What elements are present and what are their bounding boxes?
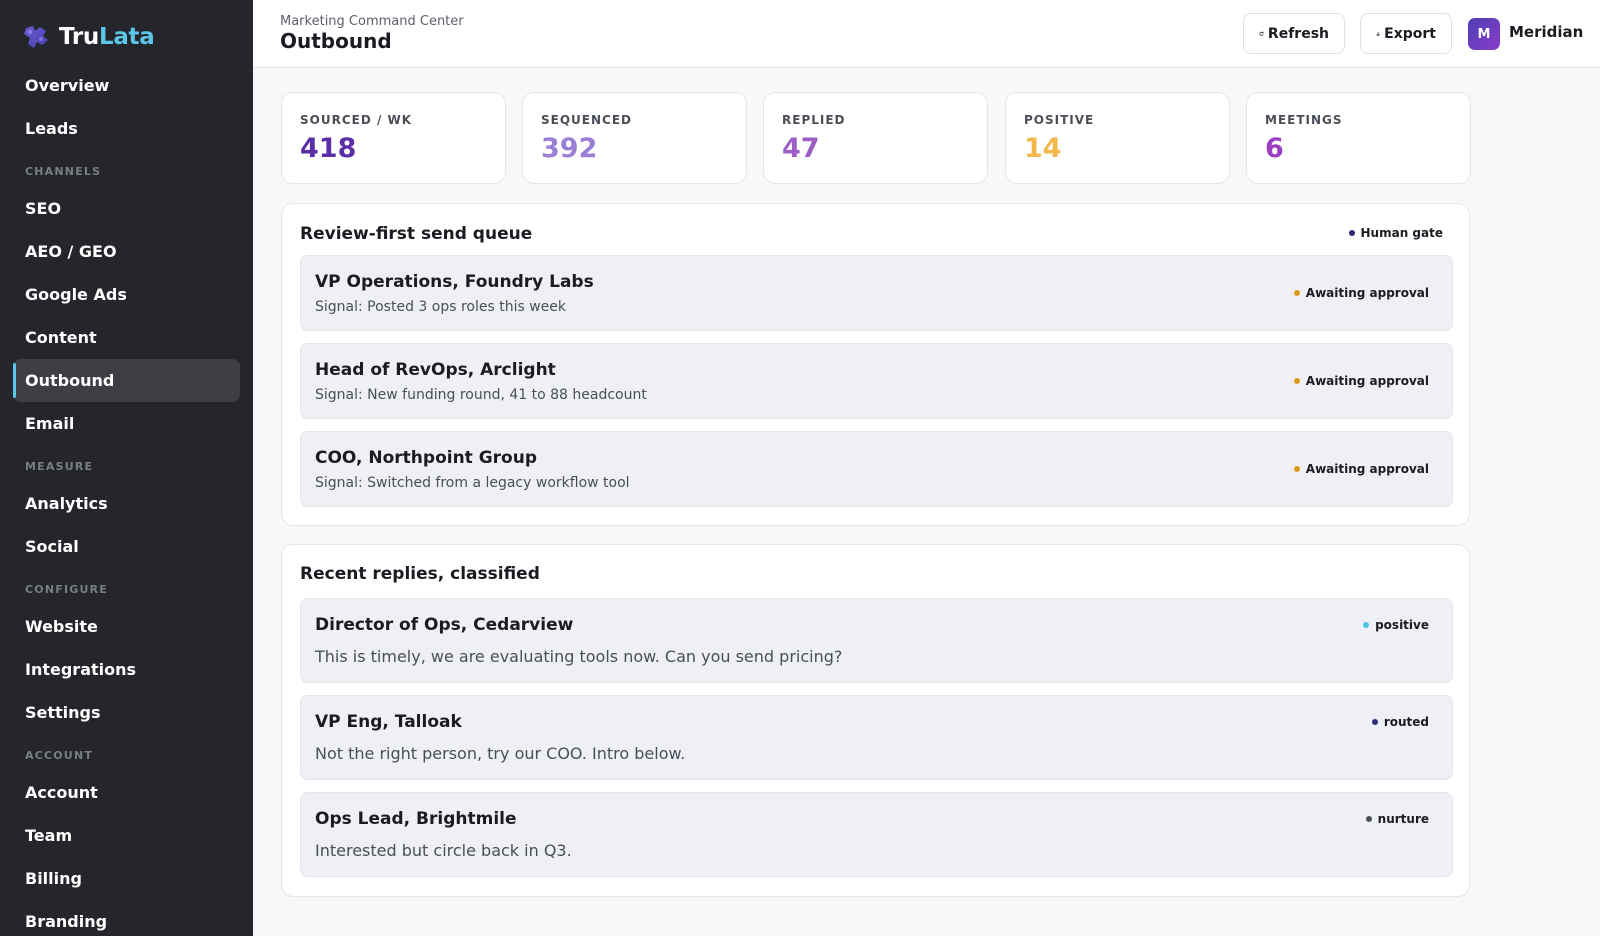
send-queue-panel: Review-first send queue Human gate VP Op…: [281, 203, 1470, 526]
reply-item-title: Ops Lead, Brightmile: [315, 809, 517, 829]
stat-label: SOURCED / WK: [300, 113, 413, 127]
queue-item[interactable]: COO, Northpoint Group Signal: Switched f…: [300, 431, 1453, 507]
stat-card-meetings: MEETINGS 6: [1246, 92, 1471, 184]
sidebar-item-content[interactable]: Content: [13, 316, 240, 359]
stat-card-sourced: SOURCED / WK 418: [281, 92, 506, 184]
human-gate-badge: Human gate: [1348, 226, 1443, 240]
sidebar-item-branding[interactable]: Branding: [13, 900, 240, 936]
status-label: Awaiting approval: [1305, 374, 1429, 388]
gate-label: Human gate: [1360, 226, 1443, 240]
sidebar-item-integrations[interactable]: Integrations: [13, 648, 240, 691]
classification-badge: routed: [1371, 715, 1429, 729]
queue-item-signal: Signal: Switched from a legacy workflow …: [315, 475, 630, 491]
sidebar: TruLata Overview Leads CHANNELS SEO AEO …: [0, 0, 253, 936]
breadcrumb: Marketing Command Center: [280, 14, 464, 29]
reply-item[interactable]: Director of Ops, Cedarview This is timel…: [300, 598, 1453, 683]
avatar[interactable]: M: [1468, 18, 1500, 50]
status-label: Awaiting approval: [1305, 286, 1429, 300]
reply-item-title: VP Eng, Talloak: [315, 712, 462, 732]
queue-item-title: COO, Northpoint Group: [315, 448, 538, 468]
classification-dot: [1363, 622, 1370, 628]
sidebar-item-analytics[interactable]: Analytics: [13, 482, 240, 525]
puzzle-logo-icon: [24, 26, 48, 48]
queue-item-title: VP Operations, Foundry Labs: [315, 272, 594, 292]
sidebar-item-website[interactable]: Website: [13, 605, 240, 648]
sidebar-item-aeo-geo[interactable]: AEO / GEO: [13, 230, 240, 273]
brand-name: TruLata: [59, 24, 155, 50]
status-dot: [1293, 290, 1300, 296]
classification-badge: positive: [1363, 618, 1429, 632]
stat-label: MEETINGS: [1265, 113, 1343, 127]
refresh-icon: [1259, 31, 1264, 36]
stat-label: REPLIED: [782, 113, 846, 127]
classification-label: nurture: [1377, 812, 1429, 826]
stat-value: 392: [541, 133, 598, 164]
status-dot: [1293, 466, 1300, 472]
top-header: Marketing Command Center Outbound Refres…: [253, 0, 1600, 68]
reply-item[interactable]: VP Eng, Talloak Not the right person, tr…: [300, 695, 1453, 780]
queue-item[interactable]: Head of RevOps, Arclight Signal: New fun…: [300, 343, 1453, 419]
sidebar-item-seo[interactable]: SEO: [13, 187, 240, 230]
sidebar-item-email[interactable]: Email: [13, 402, 240, 445]
sidebar-item-account[interactable]: Account: [13, 771, 240, 814]
sidebar-nav: Overview Leads CHANNELS SEO AEO / GEO Go…: [0, 64, 253, 936]
sidebar-section-heading: MEASURE: [25, 460, 94, 473]
gate-dot: [1348, 230, 1355, 236]
reply-item-text: Interested but circle back in Q3.: [315, 841, 572, 860]
page-title: Outbound: [280, 29, 392, 53]
sidebar-section-heading: CHANNELS: [25, 165, 102, 178]
reply-item[interactable]: Ops Lead, Brightmile Interested but circ…: [300, 792, 1453, 877]
recent-replies-panel: Recent replies, classified Director of O…: [281, 544, 1470, 897]
stat-label: POSITIVE: [1024, 113, 1095, 127]
sidebar-item-team[interactable]: Team: [13, 814, 240, 857]
stat-value: 14: [1024, 133, 1062, 164]
queue-item-title: Head of RevOps, Arclight: [315, 360, 556, 380]
queue-item-signal: Signal: Posted 3 ops roles this week: [315, 299, 567, 315]
brand-logo[interactable]: TruLata: [22, 20, 155, 54]
stat-value: 6: [1265, 133, 1284, 164]
sidebar-item-outbound[interactable]: Outbound: [13, 359, 240, 402]
status-badge: Awaiting approval: [1293, 286, 1429, 300]
reply-item-title: Director of Ops, Cedarview: [315, 615, 574, 635]
status-dot: [1293, 378, 1300, 384]
panel-title: Recent replies, classified: [300, 564, 540, 584]
sidebar-item-social[interactable]: Social: [13, 525, 240, 568]
reply-item-text: Not the right person, try our COO. Intro…: [315, 744, 686, 763]
classification-label: routed: [1383, 715, 1429, 729]
stat-value: 47: [782, 133, 820, 164]
status-badge: Awaiting approval: [1293, 462, 1429, 476]
refresh-button[interactable]: Refresh: [1243, 13, 1345, 54]
classification-label: positive: [1375, 618, 1429, 632]
sidebar-section-heading: ACCOUNT: [25, 749, 94, 762]
stat-label: SEQUENCED: [541, 113, 632, 127]
stat-value: 418: [300, 133, 357, 164]
stat-card-positive: POSITIVE 14: [1005, 92, 1230, 184]
reply-item-text: This is timely, we are evaluating tools …: [315, 647, 843, 666]
sidebar-item-billing[interactable]: Billing: [13, 857, 240, 900]
export-button-label: Export: [1384, 25, 1436, 42]
classification-dot: [1371, 719, 1378, 725]
status-badge: Awaiting approval: [1293, 374, 1429, 388]
sidebar-item-overview[interactable]: Overview: [13, 64, 240, 107]
sidebar-item-leads[interactable]: Leads: [13, 107, 240, 150]
sidebar-section-heading: CONFIGURE: [25, 583, 108, 596]
stat-card-sequenced: SEQUENCED 392: [522, 92, 747, 184]
export-button[interactable]: Export: [1360, 13, 1452, 54]
status-label: Awaiting approval: [1305, 462, 1429, 476]
queue-item-signal: Signal: New funding round, 41 to 88 head…: [315, 387, 647, 403]
stat-card-replied: REPLIED 47: [763, 92, 988, 184]
arrow-down-icon: [1376, 31, 1380, 36]
sidebar-item-settings[interactable]: Settings: [13, 691, 240, 734]
classification-badge: nurture: [1365, 812, 1429, 826]
classification-dot: [1365, 816, 1372, 822]
panel-title: Review-first send queue: [300, 224, 533, 244]
sidebar-item-google-ads[interactable]: Google Ads: [13, 273, 240, 316]
org-name[interactable]: Meridian: [1509, 23, 1583, 41]
refresh-button-label: Refresh: [1267, 25, 1329, 42]
queue-item[interactable]: VP Operations, Foundry Labs Signal: Post…: [300, 255, 1453, 331]
